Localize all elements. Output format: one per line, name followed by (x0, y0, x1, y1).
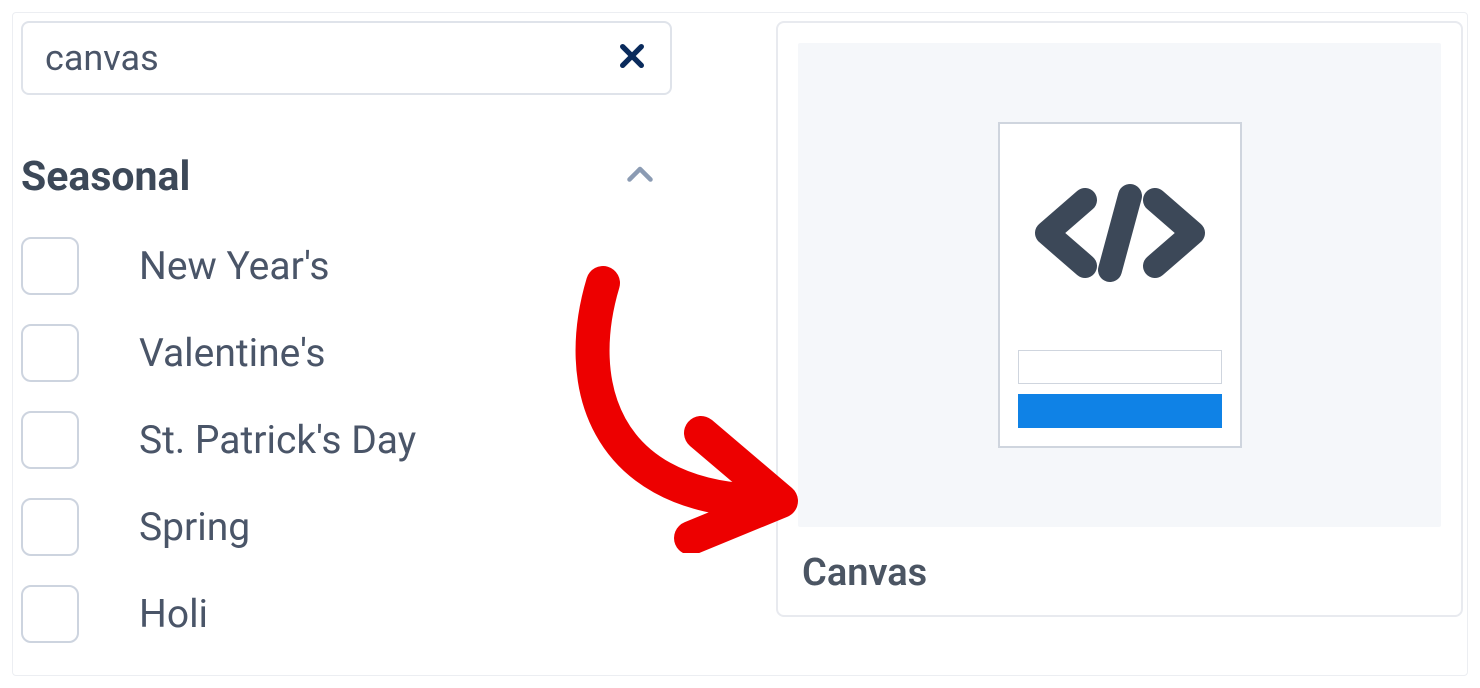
checkbox-item-holi[interactable]: Holi (21, 585, 672, 643)
checkbox-label: Holi (139, 591, 208, 637)
chevron-up-icon (622, 157, 658, 197)
search-input[interactable] (45, 37, 616, 79)
template-thumbnail (998, 122, 1242, 448)
checkbox-box[interactable] (21, 324, 79, 382)
checkbox-box[interactable] (21, 411, 79, 469)
checkbox-item-valentines[interactable]: Valentine's (21, 324, 672, 382)
checkbox-label: Valentine's (139, 330, 326, 376)
template-form-preview (1018, 350, 1222, 428)
main-container: Seasonal New Year's Valentine's St. Patr… (12, 12, 1468, 676)
template-preview (798, 43, 1441, 527)
checkbox-label: New Year's (139, 243, 330, 289)
checkbox-item-new-years[interactable]: New Year's (21, 237, 672, 295)
checkbox-box[interactable] (21, 498, 79, 556)
clear-icon[interactable] (616, 40, 648, 76)
search-box[interactable] (21, 21, 672, 95)
category-title: Seasonal (21, 153, 190, 201)
template-card-canvas[interactable]: Canvas (776, 21, 1463, 617)
code-icon (1018, 178, 1222, 288)
template-input-preview (1018, 350, 1222, 384)
template-label: Canvas (798, 551, 1441, 595)
checkbox-item-spring[interactable]: Spring (21, 498, 672, 556)
category-header-seasonal[interactable]: Seasonal (21, 153, 672, 209)
checkbox-list: New Year's Valentine's St. Patrick's Day… (21, 237, 672, 643)
checkbox-label: Spring (139, 504, 250, 550)
checkbox-box[interactable] (21, 237, 79, 295)
checkbox-item-st-patricks[interactable]: St. Patrick's Day (21, 411, 672, 469)
filter-panel: Seasonal New Year's Valentine's St. Patr… (17, 21, 676, 675)
checkbox-box[interactable] (21, 585, 79, 643)
checkbox-label: St. Patrick's Day (139, 417, 416, 463)
template-button-preview (1018, 394, 1222, 428)
